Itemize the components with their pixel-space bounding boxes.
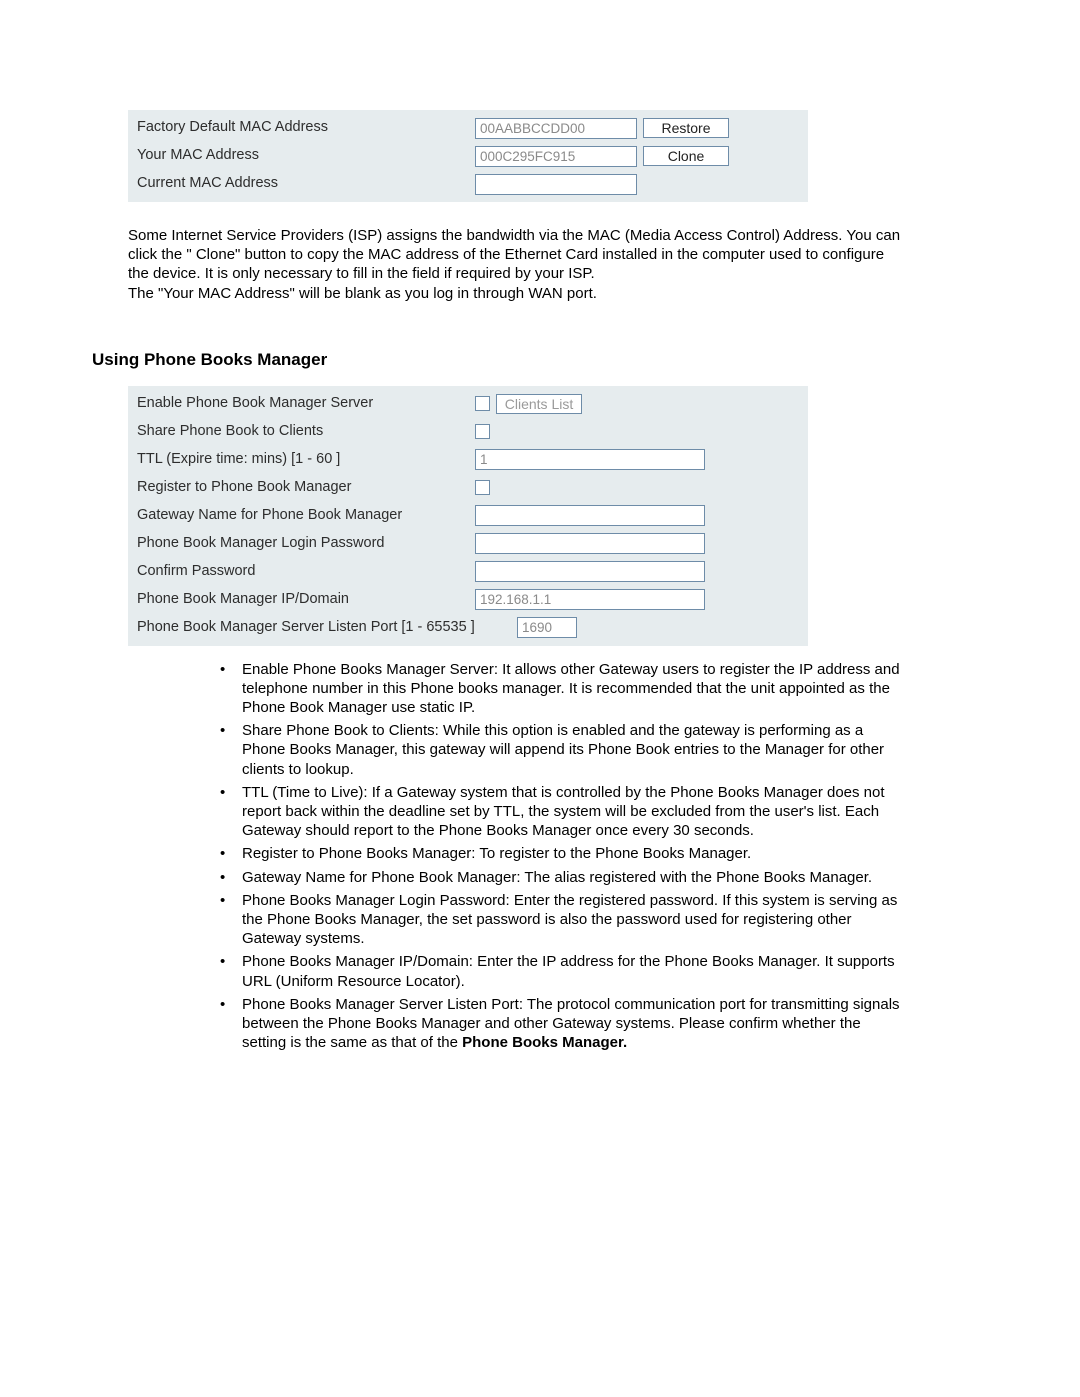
row-ipdomain: Phone Book Manager IP/Domain bbox=[131, 586, 805, 614]
bullet-ipdomain: Phone Books Manager IP/Domain: Enter the… bbox=[214, 952, 908, 990]
label-listenport: Phone Book Manager Server Listen Port [1… bbox=[137, 618, 517, 638]
row-current-mac: Current MAC Address bbox=[131, 170, 805, 198]
row-ttl: TTL (Expire time: mins) [1 - 60 ] bbox=[131, 446, 805, 474]
input-loginpw[interactable] bbox=[475, 533, 705, 554]
mac-form: Factory Default MAC Address Restore Your… bbox=[128, 110, 808, 202]
pbm-form: Enable Phone Book Manager Server Clients… bbox=[128, 386, 808, 646]
row-factory-mac: Factory Default MAC Address Restore bbox=[131, 114, 805, 142]
restore-button[interactable]: Restore bbox=[643, 118, 729, 138]
label-gwname: Gateway Name for Phone Book Manager bbox=[137, 506, 475, 526]
bullet-gwname: Gateway Name for Phone Book Manager: The… bbox=[214, 868, 908, 887]
bullet-list: Enable Phone Books Manager Server: It al… bbox=[214, 660, 908, 1053]
bullet-register: Register to Phone Books Manager: To regi… bbox=[214, 844, 908, 863]
input-current-mac[interactable] bbox=[475, 174, 637, 195]
checkbox-register[interactable] bbox=[475, 480, 490, 495]
row-gwname: Gateway Name for Phone Book Manager bbox=[131, 502, 805, 530]
input-ttl[interactable] bbox=[475, 449, 705, 470]
bullet-listenport: Phone Books Manager Server Listen Port: … bbox=[214, 995, 908, 1053]
row-share-pb: Share Phone Book to Clients bbox=[131, 418, 805, 446]
input-listenport[interactable] bbox=[517, 617, 577, 638]
label-register: Register to Phone Book Manager bbox=[137, 478, 475, 498]
label-share-pb: Share Phone Book to Clients bbox=[137, 422, 475, 442]
bullet-enable: Enable Phone Books Manager Server: It al… bbox=[214, 660, 908, 718]
input-factory-mac[interactable] bbox=[475, 118, 637, 139]
input-confirmpw[interactable] bbox=[475, 561, 705, 582]
row-register: Register to Phone Book Manager bbox=[131, 474, 805, 502]
label-ttl: TTL (Expire time: mins) [1 - 60 ] bbox=[137, 450, 475, 470]
clone-button[interactable]: Clone bbox=[643, 146, 729, 166]
label-your-mac: Your MAC Address bbox=[137, 146, 475, 166]
row-confirmpw: Confirm Password bbox=[131, 558, 805, 586]
mac-paragraph: Some Internet Service Providers (ISP) as… bbox=[128, 226, 908, 303]
mac-paragraph-a: Some Internet Service Providers (ISP) as… bbox=[128, 227, 900, 282]
row-loginpw: Phone Book Manager Login Password bbox=[131, 530, 805, 558]
label-current-mac: Current MAC Address bbox=[137, 174, 475, 194]
input-gwname[interactable] bbox=[475, 505, 705, 526]
label-confirmpw: Confirm Password bbox=[137, 562, 475, 582]
bullet-ttl: TTL (Time to Live): If a Gateway system … bbox=[214, 783, 908, 841]
label-loginpw: Phone Book Manager Login Password bbox=[137, 534, 475, 554]
label-factory-mac: Factory Default MAC Address bbox=[137, 118, 475, 138]
input-your-mac[interactable] bbox=[475, 146, 637, 167]
heading-phone-books: Using Phone Books Manager bbox=[92, 349, 988, 372]
label-enable-pbm: Enable Phone Book Manager Server bbox=[137, 394, 475, 414]
mac-paragraph-b: The "Your MAC Address" will be blank as … bbox=[128, 285, 597, 302]
checkbox-share-pb[interactable] bbox=[475, 424, 490, 439]
bold-pbm: Phone Books Manager. bbox=[462, 1034, 627, 1051]
label-ipdomain: Phone Book Manager IP/Domain bbox=[137, 590, 475, 610]
bullet-share: Share Phone Book to Clients: While this … bbox=[214, 721, 908, 779]
checkbox-enable-pbm[interactable] bbox=[475, 396, 490, 411]
row-your-mac: Your MAC Address Clone bbox=[131, 142, 805, 170]
row-enable-pbm: Enable Phone Book Manager Server Clients… bbox=[131, 390, 805, 418]
clients-list-button[interactable]: Clients List bbox=[496, 394, 582, 414]
row-listenport: Phone Book Manager Server Listen Port [1… bbox=[131, 614, 805, 642]
input-ipdomain[interactable] bbox=[475, 589, 705, 610]
bullet-loginpw: Phone Books Manager Login Password: Ente… bbox=[214, 891, 908, 949]
